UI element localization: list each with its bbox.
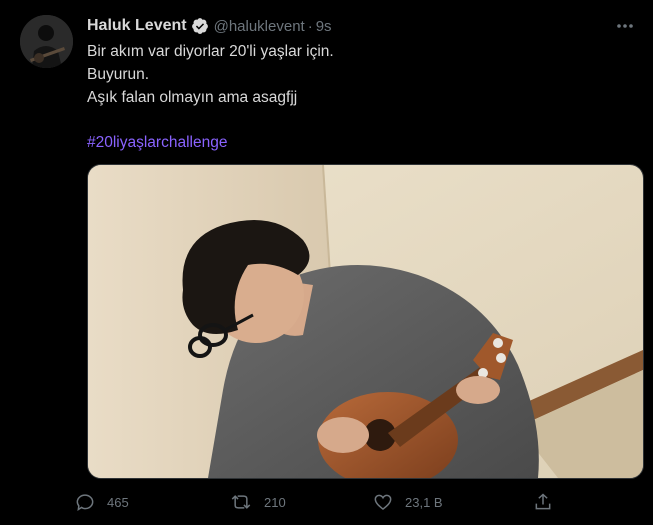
display-name[interactable]: Haluk Levent (87, 17, 187, 35)
heart-icon (373, 492, 393, 512)
retweet-button[interactable]: 210 (230, 487, 286, 517)
reply-button[interactable]: 465 (75, 487, 129, 517)
retweet-count: 210 (264, 494, 286, 510)
retweet-icon (230, 492, 252, 512)
separator-dot: · (307, 17, 313, 35)
text-spacer (87, 109, 627, 131)
tweet-photo[interactable] (87, 164, 644, 479)
photo-image (88, 165, 643, 478)
tweet-text-line: Aşık falan olmayın ama asagfjj (87, 89, 298, 106)
tweet-text: Bir akım var diyorlar 20'li yaşlar için.… (87, 40, 627, 154)
reply-count: 465 (107, 494, 129, 510)
like-button[interactable]: 23,1 B (373, 487, 443, 517)
verified-badge-icon (191, 17, 209, 35)
user-handle[interactable]: @haluklevent (214, 18, 305, 35)
more-options-icon[interactable] (611, 16, 639, 36)
timestamp[interactable]: 9s (316, 18, 332, 35)
like-count: 23,1 B (405, 494, 443, 510)
avatar[interactable] (20, 15, 73, 68)
tweet-actions: 465 210 23,1 B (75, 487, 565, 517)
avatar-image (20, 15, 73, 68)
reply-icon (75, 492, 95, 512)
hashtag-link[interactable]: #20liyaşlarchallenge (87, 131, 627, 154)
share-button[interactable] (533, 487, 553, 517)
share-icon (533, 492, 553, 512)
tweet-text-line: Buyurun. (87, 66, 150, 83)
tweet-header: Haluk Levent @haluklevent · 9s (87, 15, 332, 37)
tweet-card[interactable]: Haluk Levent @haluklevent · 9s Bir akım … (0, 0, 653, 525)
tweet-text-line: Bir akım var diyorlar 20'li yaşlar için. (87, 43, 334, 60)
